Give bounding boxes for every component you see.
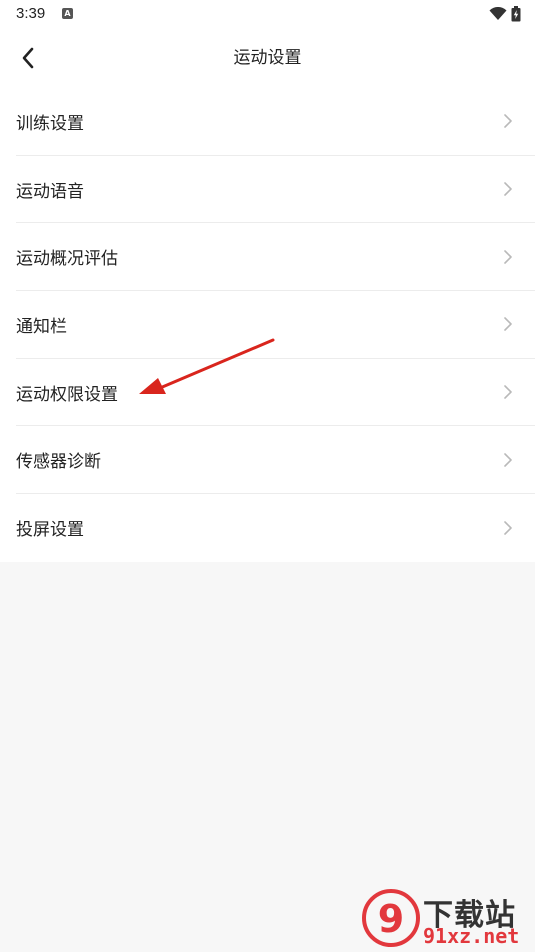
back-button[interactable] <box>10 40 46 76</box>
notification-a-icon: A <box>62 8 73 19</box>
settings-list: 训练设置 运动语音 运动概况评估 通知栏 运动权限设置 传感器诊断 投屏设置 <box>0 88 535 562</box>
page-title: 运动设置 <box>233 48 302 68</box>
chevron-right-icon <box>501 247 515 267</box>
chevron-right-icon <box>501 518 515 538</box>
settings-item-notification-bar[interactable]: 通知栏 <box>16 291 535 359</box>
app-header: 运动设置 <box>0 28 535 88</box>
wifi-icon <box>489 7 507 20</box>
settings-item-label: 运动权限设置 <box>16 384 118 405</box>
watermark-logo-icon: 9 <box>362 889 420 947</box>
status-bar: 3:39 A <box>0 0 535 28</box>
settings-item-label: 运动语音 <box>16 181 84 202</box>
status-time: 3:39 <box>16 5 46 22</box>
settings-item-permissions[interactable]: 运动权限设置 <box>16 359 535 427</box>
settings-item-label: 投屏设置 <box>16 520 84 541</box>
settings-item-label: 通知栏 <box>16 316 67 337</box>
settings-item-label: 传感器诊断 <box>16 452 101 473</box>
settings-item-sensor-diagnostics[interactable]: 传感器诊断 <box>16 426 535 495</box>
chevron-right-icon <box>501 450 515 470</box>
chevron-left-icon <box>22 47 34 69</box>
settings-item-overview[interactable]: 运动概况评估 <box>16 223 535 292</box>
status-icons <box>489 6 521 22</box>
chevron-right-icon <box>501 382 515 402</box>
battery-charging-icon <box>511 6 521 22</box>
chevron-right-icon <box>501 314 515 334</box>
chevron-right-icon <box>501 179 515 199</box>
watermark: 9 下载站 91xz.net <box>361 888 531 948</box>
settings-item-screen-cast[interactable]: 投屏设置 <box>16 494 535 562</box>
settings-item-label: 训练设置 <box>16 113 84 134</box>
watermark-bottom-text: 91xz.net <box>423 924 520 948</box>
watermark-logo-text: 9 <box>378 897 404 941</box>
settings-item-voice[interactable]: 运动语音 <box>16 156 535 224</box>
chevron-right-icon <box>501 111 515 131</box>
settings-item-training[interactable]: 训练设置 <box>16 88 535 156</box>
settings-item-label: 运动概况评估 <box>16 249 118 270</box>
